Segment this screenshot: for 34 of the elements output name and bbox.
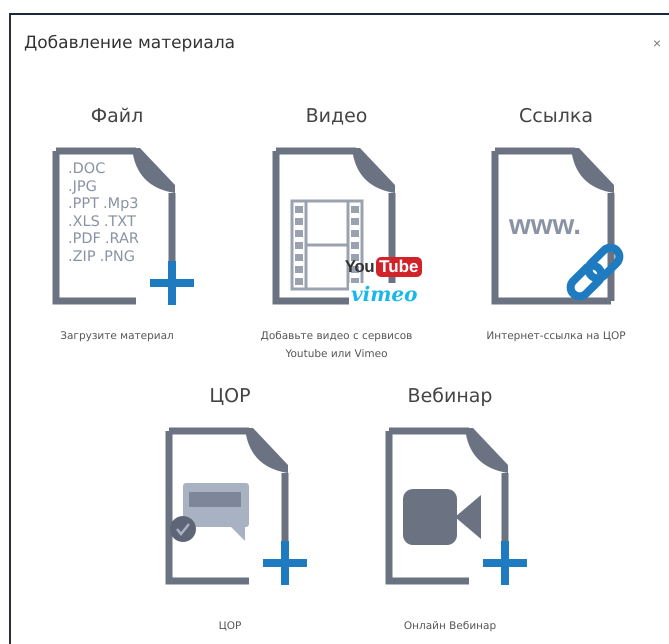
file-extension: .Mp3 <box>102 196 139 214</box>
option-caption: Загрузите материал <box>60 329 174 344</box>
file-extension: .TXT <box>104 214 136 231</box>
option-caption: Онлайн Вебинар <box>404 619 496 634</box>
logo-badge: Tube <box>376 257 422 277</box>
plus-icon[interactable] <box>261 539 309 587</box>
file-extension: .JPG <box>68 178 97 196</box>
file-extension: .PDF <box>68 231 101 248</box>
option-title: Видео <box>306 105 368 127</box>
logo-text: You <box>344 257 374 277</box>
file-extension: .ZIP <box>68 248 96 266</box>
file-extension: .PNG <box>100 248 136 266</box>
logo-text: vimeo <box>349 283 420 305</box>
file-extension: .RAR <box>104 231 139 248</box>
plus-icon[interactable] <box>481 539 529 587</box>
document-icon[interactable] <box>165 427 289 585</box>
option-title: ЦОР <box>209 385 251 407</box>
file-extension: .PPT <box>68 196 99 214</box>
web-address-text: www. <box>509 209 582 241</box>
option-caption: ЦОР <box>218 619 242 634</box>
option-title: Вебинар <box>408 385 492 407</box>
file-extension: .DOC <box>68 161 106 178</box>
document-icon[interactable] <box>385 427 509 585</box>
video-camera-icon <box>403 489 483 545</box>
plus-icon[interactable] <box>148 259 196 307</box>
close-button[interactable]: × <box>652 35 661 51</box>
option-caption: Интернет-ссылка на ЦОР <box>486 329 626 344</box>
dialog-title: Добавление материала <box>24 33 236 53</box>
document-icon[interactable] <box>52 147 176 305</box>
option-title: Файл <box>90 105 144 127</box>
option-caption: Добавьте видео с сервисов Youtube или Vimeo <box>260 329 414 362</box>
file-extension: .XLS <box>68 214 100 231</box>
option-title: Ссылка <box>519 105 593 127</box>
document-icon[interactable] <box>491 147 615 305</box>
